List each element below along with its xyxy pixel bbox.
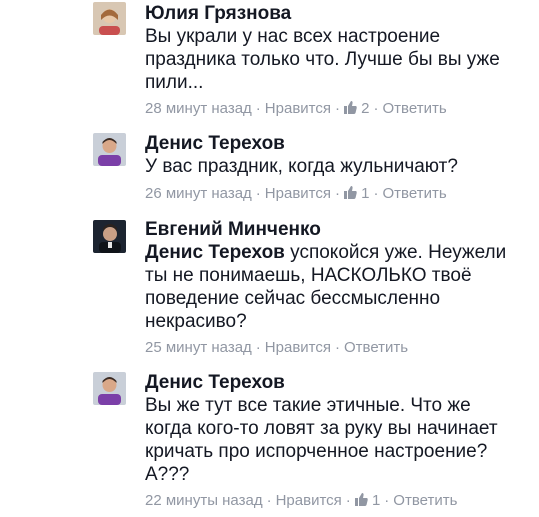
comment-time[interactable]: 25 минут назад [145, 339, 252, 357]
like-link[interactable]: Нравится [265, 100, 331, 118]
comment-author[interactable]: Денис Терехов [145, 372, 285, 394]
comment-text: Вы украли у нас всех настроение праздник… [145, 26, 500, 93]
reply-link[interactable]: Ответить [393, 492, 457, 510]
meta-separator: · [266, 492, 272, 509]
comment-item: Денис Терехов У вас праздник, когда жуль… [0, 128, 539, 218]
comment-text: Вы же тут все такие этичные. Что же когд… [145, 395, 498, 485]
avatar[interactable] [93, 2, 126, 35]
comment-item: Денис Терехов Вы же тут все такие этичны… [0, 366, 539, 517]
comment-time[interactable]: 26 минут назад [145, 185, 252, 203]
avatar[interactable] [93, 133, 126, 166]
meta-separator: · [345, 492, 351, 509]
reply-link[interactable]: Ответить [383, 185, 447, 203]
mention-link[interactable]: Денис Терехов [145, 242, 285, 263]
thumbs-up-icon [354, 493, 368, 506]
reply-link[interactable]: Ответить [383, 100, 447, 118]
meta-separator: · [384, 492, 390, 509]
like-link[interactable]: Нравится [276, 492, 342, 510]
comment-meta: 25 минут назад · Нравится · Ответить [145, 339, 408, 357]
reply-link[interactable]: Ответить [344, 339, 408, 357]
meta-separator: · [373, 100, 379, 117]
meta-separator: · [255, 100, 261, 117]
meta-separator: · [335, 100, 340, 117]
meta-separator: · [335, 185, 340, 202]
comment-meta: 22 минуты назад · Нравится · 1 · Ответить [145, 492, 457, 510]
comment-meta: 28 минут назад · Нравится · 2 · Ответить [145, 100, 447, 118]
meta-separator: · [373, 185, 379, 202]
comment-author[interactable]: Юлия Грязнова [145, 3, 291, 25]
thumbs-up-icon [344, 186, 357, 199]
like-count[interactable]: 1 [361, 185, 369, 203]
like-link[interactable]: Нравится [265, 339, 331, 357]
comment-text: У вас праздник, когда жульничают? [145, 156, 458, 177]
meta-separator: · [255, 185, 261, 202]
comment-item: Юлия Грязнова Вы украли у нас всех настр… [0, 0, 539, 130]
avatar[interactable] [93, 372, 126, 405]
comment-time[interactable]: 22 минуты назад [145, 492, 263, 510]
meta-separator: · [255, 339, 261, 356]
avatar[interactable] [93, 220, 126, 253]
like-count[interactable]: 1 [372, 492, 380, 510]
comment-item: Евгений Минченко Денис Терехов успокойся… [0, 212, 539, 362]
comment-meta: 26 минут назад · Нравится · 1 · Ответить [145, 185, 447, 203]
comment-time[interactable]: 28 минут назад [145, 100, 252, 118]
comment-text: Денис Терехов успокойся уже. Неужели ты … [145, 241, 519, 333]
thumbs-up-icon [344, 101, 357, 114]
comment-author[interactable]: Денис Терехов [145, 133, 285, 155]
comment-author[interactable]: Евгений Минченко [145, 219, 321, 241]
like-link[interactable]: Нравится [265, 185, 331, 203]
like-count[interactable]: 2 [361, 100, 369, 118]
meta-separator: · [335, 339, 340, 356]
